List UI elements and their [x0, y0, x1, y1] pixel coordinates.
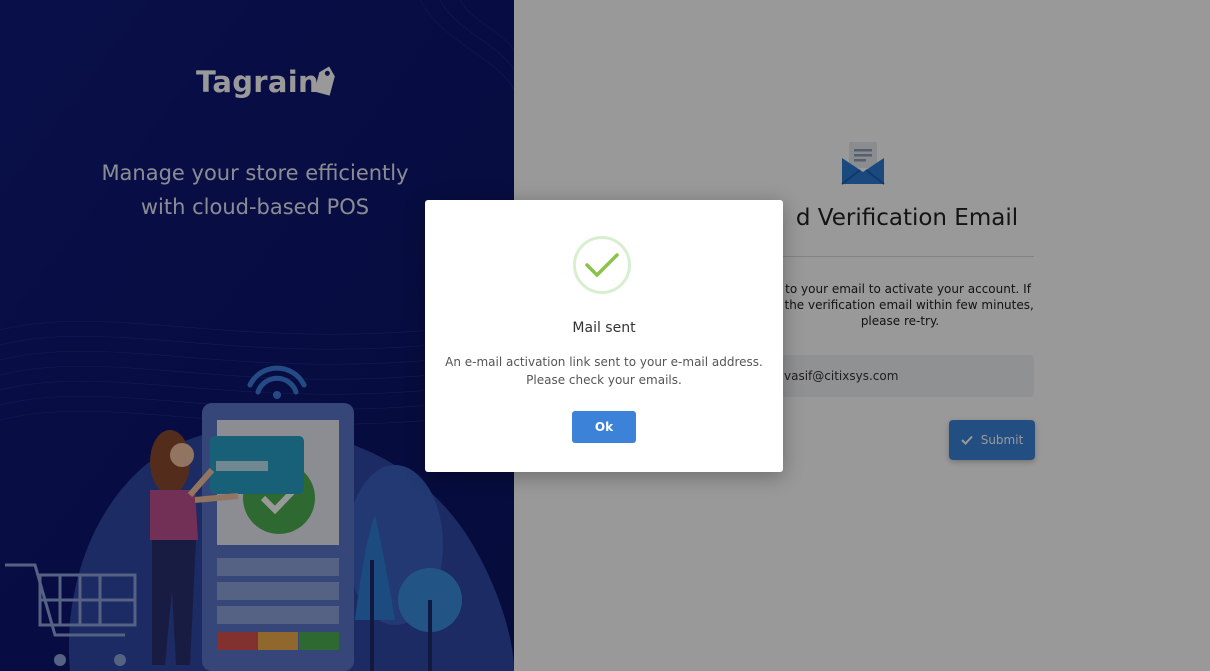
dialog-title: Mail sent — [572, 320, 636, 336]
success-icon — [573, 236, 631, 294]
ok-button[interactable]: Ok — [572, 411, 636, 443]
check-icon — [585, 253, 619, 278]
mail-sent-dialog: Mail sent An e-mail activation link sent… — [425, 200, 783, 472]
message-line-1: An e-mail activation link sent to your e… — [445, 355, 763, 369]
message-line-2: Please check your emails. — [526, 373, 682, 387]
dialog-message: An e-mail activation link sent to your e… — [425, 353, 783, 389]
